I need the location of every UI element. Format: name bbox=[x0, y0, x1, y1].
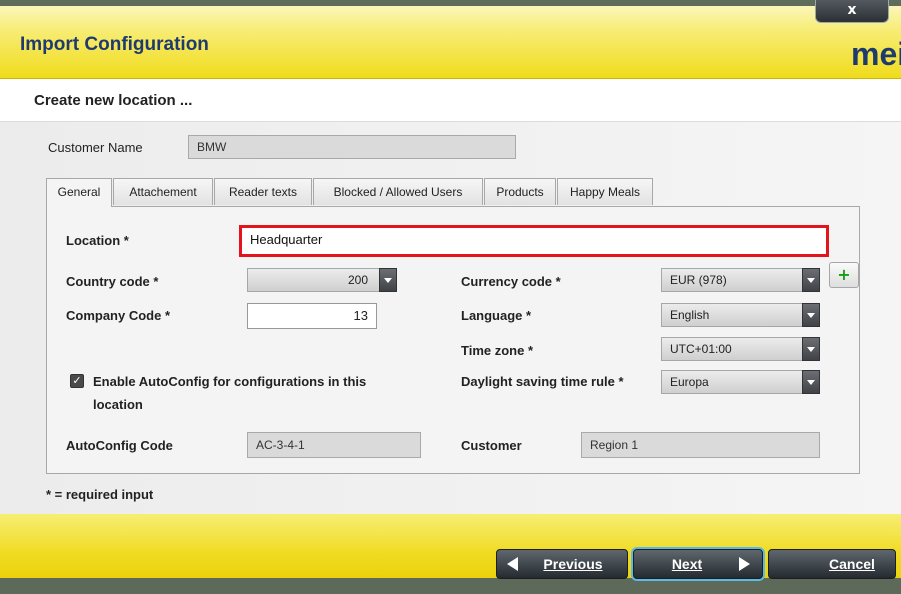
tab-attachement[interactable]: Attachement bbox=[113, 178, 213, 205]
customer-name-label: Customer Name bbox=[48, 140, 143, 155]
previous-button-label: Previous bbox=[543, 556, 603, 572]
time-zone-label: Time zone * bbox=[461, 343, 534, 358]
company-code-label: Company Code * bbox=[66, 308, 171, 323]
window-title: Import Configuration bbox=[20, 34, 209, 55]
title-bar: Import Configuration x mei bbox=[0, 0, 901, 79]
required-input-note: * = required input bbox=[46, 487, 154, 502]
arrow-right-icon bbox=[739, 557, 750, 571]
language-value: English bbox=[670, 308, 710, 322]
tab-products[interactable]: Products bbox=[484, 178, 556, 205]
location-value: Headquarter bbox=[250, 232, 323, 247]
tab-blocked-allowed-users[interactable]: Blocked / Allowed Users bbox=[313, 178, 483, 205]
autoconfig-code-label: AutoConfig Code bbox=[66, 438, 173, 453]
mei-logo: mei bbox=[851, 38, 901, 70]
dst-rule-label: Daylight saving time rule * bbox=[461, 374, 624, 389]
add-currency-button[interactable]: + bbox=[829, 262, 859, 288]
cancel-button-label: Cancel bbox=[829, 556, 875, 572]
customer-name-field: BMW bbox=[188, 135, 516, 159]
bottom-bar bbox=[0, 514, 901, 594]
autoconfig-code-field: AC-3-4-1 bbox=[247, 432, 421, 458]
tab-happy-meals[interactable]: Happy Meals bbox=[557, 178, 653, 205]
next-button[interactable]: Next bbox=[633, 549, 763, 579]
page-title: Create new location ... bbox=[34, 92, 193, 109]
chevron-down-icon[interactable] bbox=[379, 268, 397, 292]
country-code-label: Country code * bbox=[66, 274, 159, 289]
chevron-down-icon[interactable] bbox=[802, 370, 820, 394]
chevron-down-icon[interactable] bbox=[802, 268, 820, 292]
customer-label: Customer bbox=[461, 438, 522, 453]
country-code-value: 200 bbox=[347, 273, 368, 287]
subheader: Create new location ... bbox=[0, 79, 901, 122]
tab-general[interactable]: General bbox=[46, 178, 112, 207]
dst-rule-select[interactable]: Europa bbox=[661, 370, 820, 394]
currency-code-label: Currency code * bbox=[461, 274, 561, 289]
location-input[interactable]: Headquarter bbox=[239, 225, 829, 257]
customer-field: Region 1 bbox=[581, 432, 820, 458]
language-select[interactable]: English bbox=[661, 303, 820, 327]
time-zone-value: UTC+01:00 bbox=[670, 342, 732, 356]
currency-code-select[interactable]: EUR (978) bbox=[661, 268, 820, 292]
autoconfig-checkbox[interactable]: ✓ bbox=[70, 374, 84, 388]
cancel-button[interactable]: Cancel bbox=[768, 549, 896, 579]
autoconfig-checkbox-label-line2: location bbox=[93, 397, 143, 412]
close-button[interactable]: x bbox=[815, 0, 889, 23]
country-code-select[interactable]: 200 bbox=[247, 268, 397, 292]
previous-button[interactable]: Previous bbox=[496, 549, 628, 579]
chevron-down-icon[interactable] bbox=[802, 337, 820, 361]
time-zone-select[interactable]: UTC+01:00 bbox=[661, 337, 820, 361]
location-label: Location * bbox=[66, 233, 129, 248]
next-button-label: Next bbox=[671, 556, 703, 572]
dst-rule-value: Europa bbox=[670, 375, 709, 389]
autoconfig-checkbox-label-line1: Enable AutoConfig for configurations in … bbox=[93, 374, 367, 389]
chevron-down-icon[interactable] bbox=[802, 303, 820, 327]
company-code-input[interactable]: 13 bbox=[247, 303, 377, 329]
language-label: Language * bbox=[461, 308, 532, 323]
tab-reader-texts[interactable]: Reader texts bbox=[214, 178, 312, 205]
currency-code-value: EUR (978) bbox=[670, 273, 727, 287]
import-configuration-window: Import Configuration x mei Create new lo… bbox=[0, 0, 901, 594]
arrow-left-icon bbox=[507, 557, 518, 571]
